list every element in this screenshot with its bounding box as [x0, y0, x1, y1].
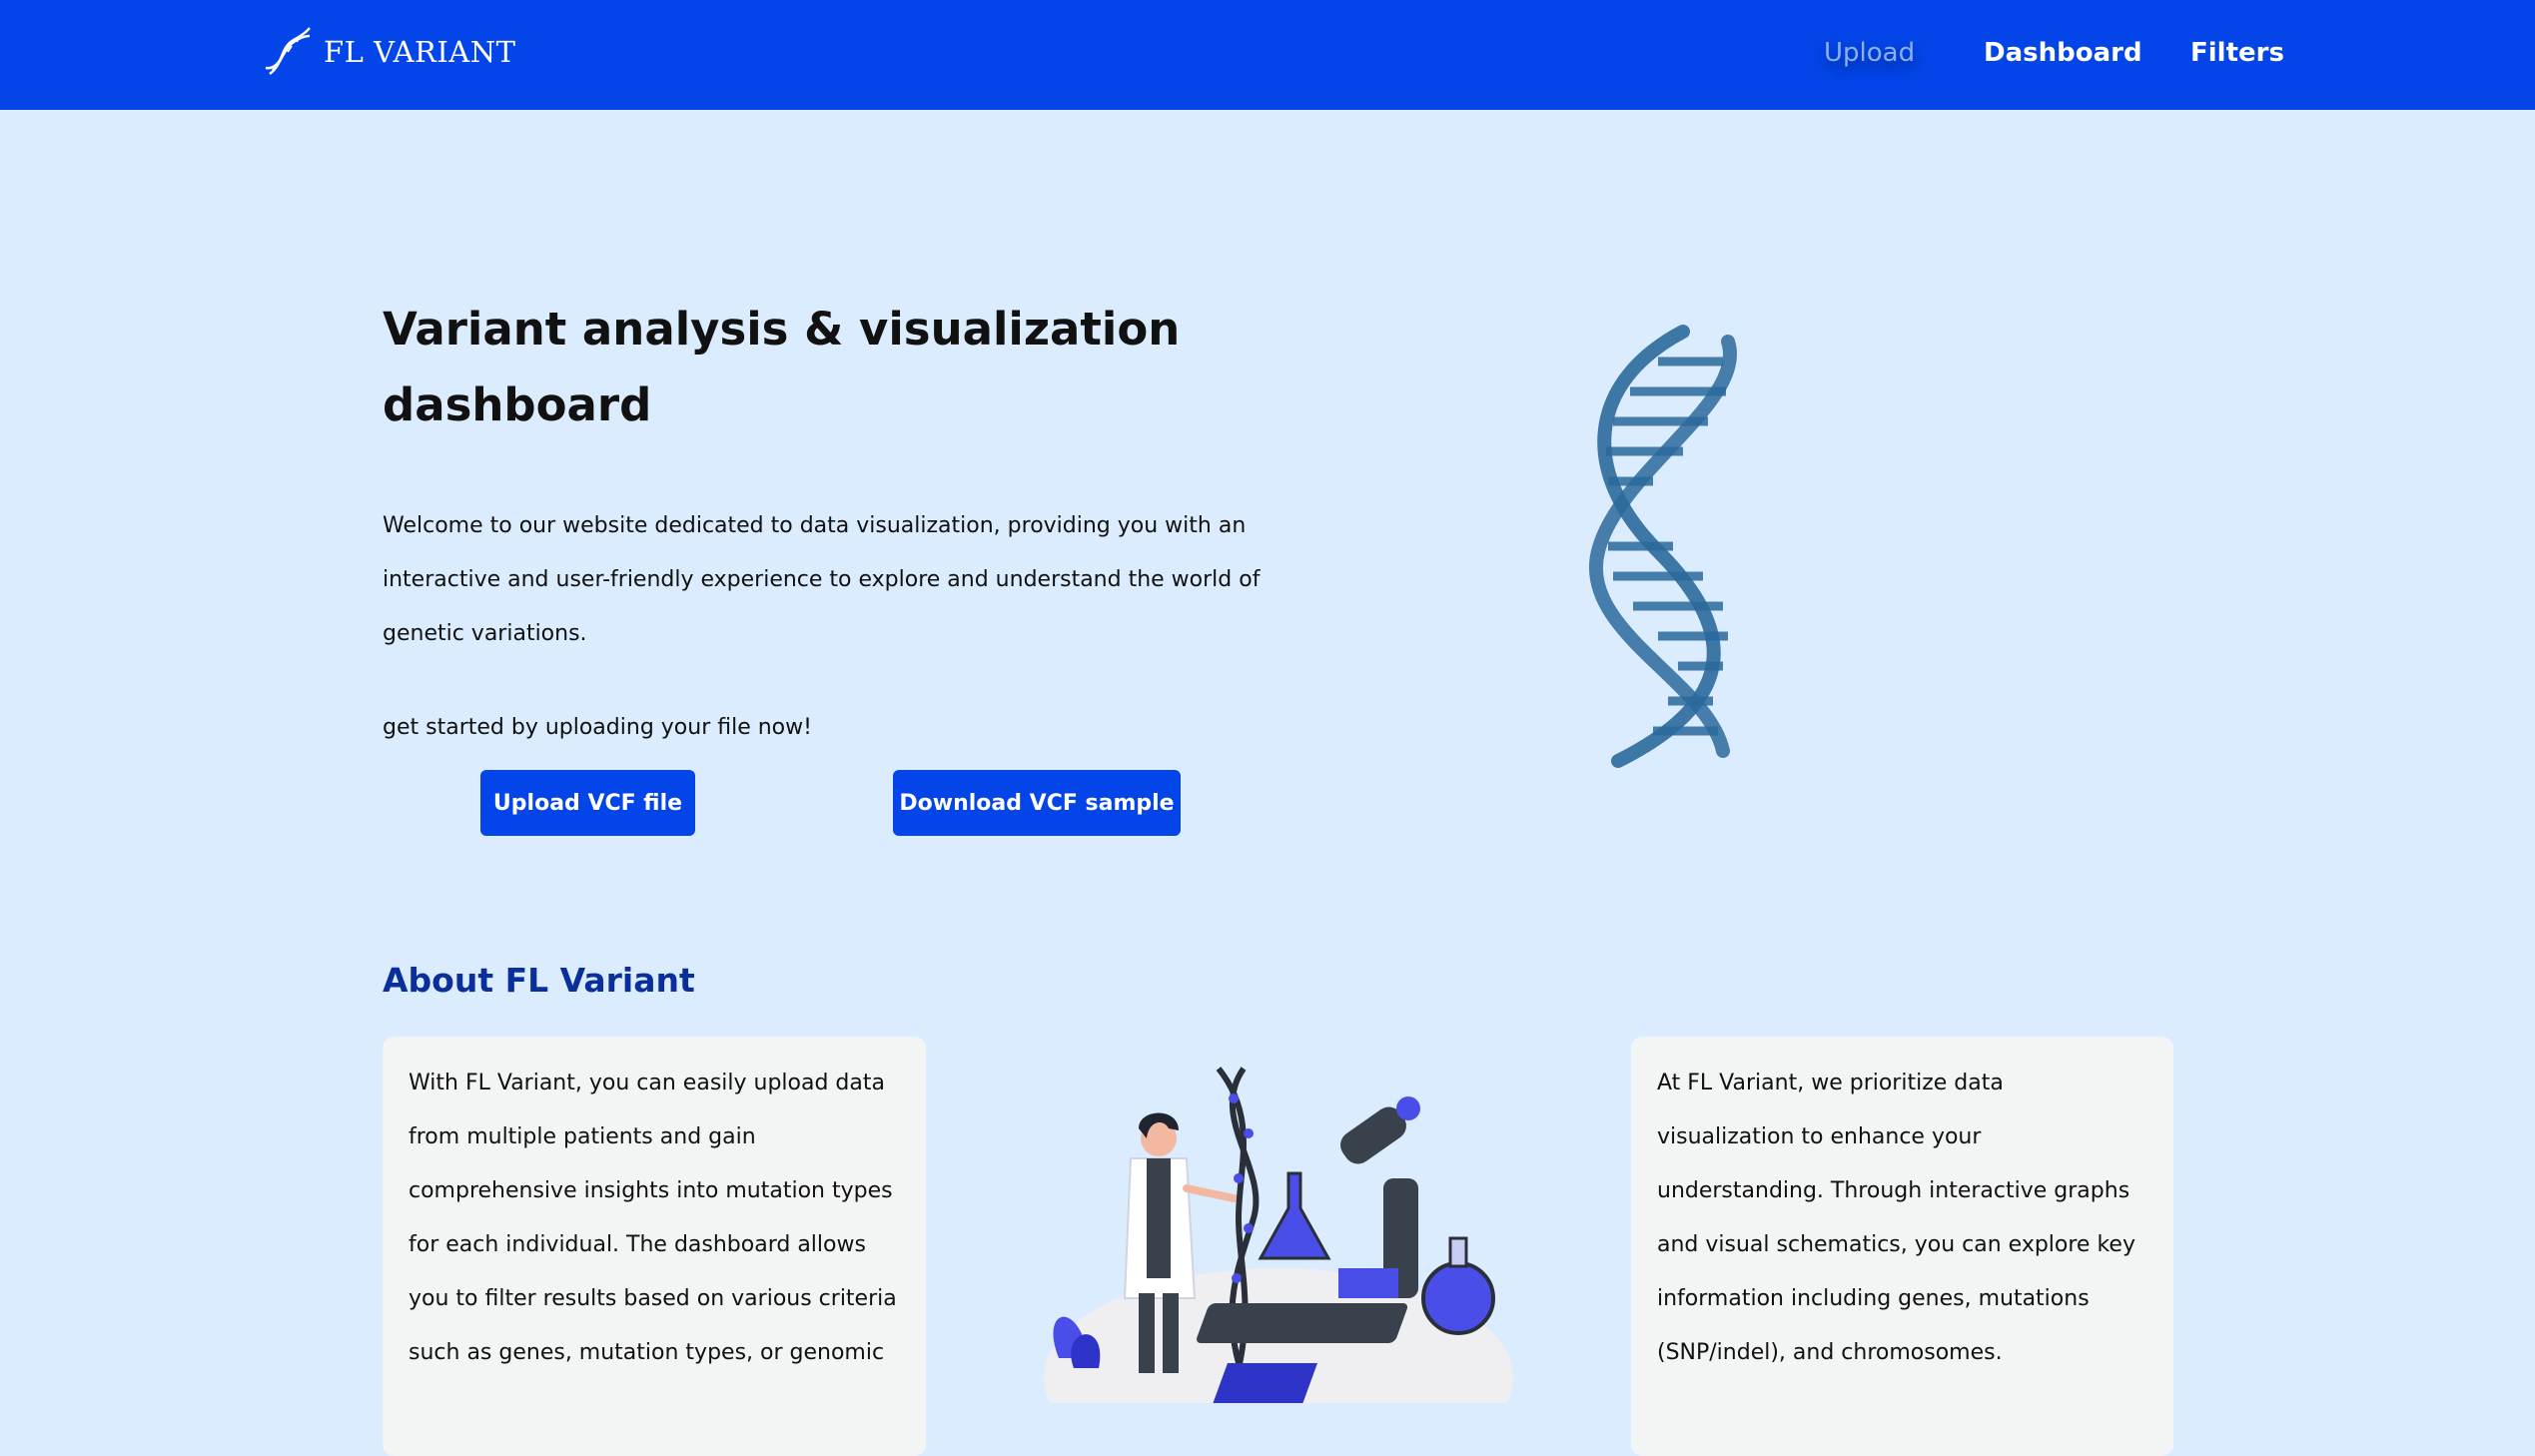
about-section-title: About FL Variant: [383, 961, 695, 1000]
scientist-lab-illustration: [1044, 1067, 1513, 1403]
logo[interactable]: FL VARIANT: [264, 26, 515, 78]
hero-title: Variant analysis & visualization dashboa…: [383, 303, 1181, 431]
upload-vcf-button[interactable]: Upload VCF file: [480, 770, 695, 836]
about-card-left-text: With FL Variant, you can easily upload d…: [409, 1071, 897, 1365]
nav-link-dashboard[interactable]: Dashboard: [1984, 38, 2142, 68]
about-card-left: With FL Variant, you can easily upload d…: [383, 1037, 926, 1456]
dna-helix-illustration: [1589, 325, 1737, 768]
hero-description: Welcome to our website dedicated to data…: [383, 513, 1261, 646]
top-navbar: FL VARIANT Upload Dashboard Filters: [0, 0, 2535, 110]
dna-logo-icon: [265, 27, 311, 76]
about-card-right-text: At FL Variant, we prioritize data visual…: [1657, 1071, 2135, 1365]
download-vcf-sample-button[interactable]: Download VCF sample: [893, 770, 1181, 836]
logo-text: FL VARIANT: [324, 35, 516, 69]
nav-link-filters[interactable]: Filters: [2190, 38, 2284, 68]
nav-link-upload[interactable]: Upload: [1824, 38, 1915, 68]
about-card-right: At FL Variant, we prioritize data visual…: [1631, 1037, 2173, 1456]
hero-call-to-action: get started by uploading your file now!: [383, 715, 812, 740]
